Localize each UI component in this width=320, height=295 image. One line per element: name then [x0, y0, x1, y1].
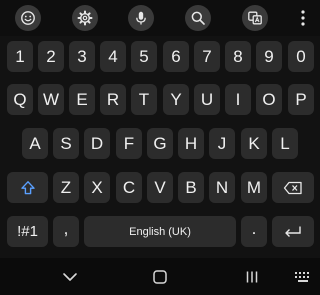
key-q[interactable]: Q: [7, 84, 33, 115]
key-m[interactable]: M: [241, 172, 267, 203]
key-i[interactable]: I: [225, 84, 251, 115]
key-x[interactable]: X: [84, 172, 110, 203]
home-square-icon: [153, 270, 167, 284]
search-icon: [191, 11, 205, 25]
key-n[interactable]: N: [209, 172, 235, 203]
emoji-button[interactable]: [15, 5, 41, 31]
key-o[interactable]: O: [256, 84, 282, 115]
more-dots-icon: [301, 10, 305, 26]
keyboard-icon: [295, 272, 309, 282]
enter-icon: [285, 226, 301, 237]
gear-icon: [77, 10, 93, 26]
key-a[interactable]: A: [22, 128, 48, 159]
key-9[interactable]: 9: [256, 41, 282, 72]
key-r[interactable]: R: [100, 84, 126, 115]
backspace-icon: [283, 181, 302, 194]
enter-key[interactable]: [272, 216, 314, 247]
key-7[interactable]: 7: [194, 41, 220, 72]
translate-icon: [248, 11, 262, 25]
navigation-bar: [0, 258, 320, 295]
key-j[interactable]: J: [209, 128, 235, 159]
space-key[interactable]: English (UK): [84, 216, 236, 247]
more-options-button[interactable]: [290, 5, 316, 31]
symbols-key[interactable]: !#1: [7, 216, 48, 247]
recent-apps-button[interactable]: [237, 266, 267, 288]
key-8[interactable]: 8: [225, 41, 251, 72]
key-2[interactable]: 2: [38, 41, 64, 72]
key-s[interactable]: S: [53, 128, 79, 159]
key-z[interactable]: Z: [53, 172, 79, 203]
key-d[interactable]: D: [84, 128, 110, 159]
microphone-icon: [136, 11, 146, 25]
shift-key[interactable]: [7, 172, 48, 203]
chevron-down-icon: [63, 273, 77, 281]
key-0[interactable]: 0: [288, 41, 314, 72]
key-6[interactable]: 6: [163, 41, 189, 72]
key-y[interactable]: Y: [163, 84, 189, 115]
key-t[interactable]: T: [131, 84, 157, 115]
voice-input-button[interactable]: [128, 5, 154, 31]
period-key[interactable]: .: [241, 216, 267, 247]
key-h[interactable]: H: [178, 128, 204, 159]
key-w[interactable]: W: [38, 84, 64, 115]
comma-key[interactable]: ,: [53, 216, 79, 247]
key-4[interactable]: 4: [100, 41, 126, 72]
search-button[interactable]: [185, 5, 211, 31]
key-u[interactable]: U: [194, 84, 220, 115]
emoji-icon: [21, 11, 35, 25]
keyboard-switch-button[interactable]: [288, 266, 318, 288]
key-v[interactable]: V: [147, 172, 173, 203]
recent-apps-icon: [246, 271, 258, 283]
home-button[interactable]: [145, 266, 175, 288]
key-b[interactable]: B: [178, 172, 204, 203]
key-p[interactable]: P: [288, 84, 314, 115]
key-1[interactable]: 1: [7, 41, 33, 72]
keyboard-toolbar: [0, 0, 320, 36]
key-f[interactable]: F: [116, 128, 142, 159]
hide-keyboard-button[interactable]: [55, 266, 85, 288]
key-l[interactable]: L: [272, 128, 298, 159]
key-e[interactable]: E: [69, 84, 95, 115]
keyboard-screen: 1 2 3 4 5 6 7 8 9 0 Q W E R T Y U I O P …: [0, 0, 320, 295]
key-3[interactable]: 3: [69, 41, 95, 72]
key-5[interactable]: 5: [131, 41, 157, 72]
key-g[interactable]: G: [147, 128, 173, 159]
settings-button[interactable]: [72, 5, 98, 31]
key-c[interactable]: C: [116, 172, 142, 203]
shift-icon: [20, 180, 35, 194]
key-k[interactable]: K: [241, 128, 267, 159]
backspace-key[interactable]: [272, 172, 314, 203]
translate-button[interactable]: [242, 5, 268, 31]
